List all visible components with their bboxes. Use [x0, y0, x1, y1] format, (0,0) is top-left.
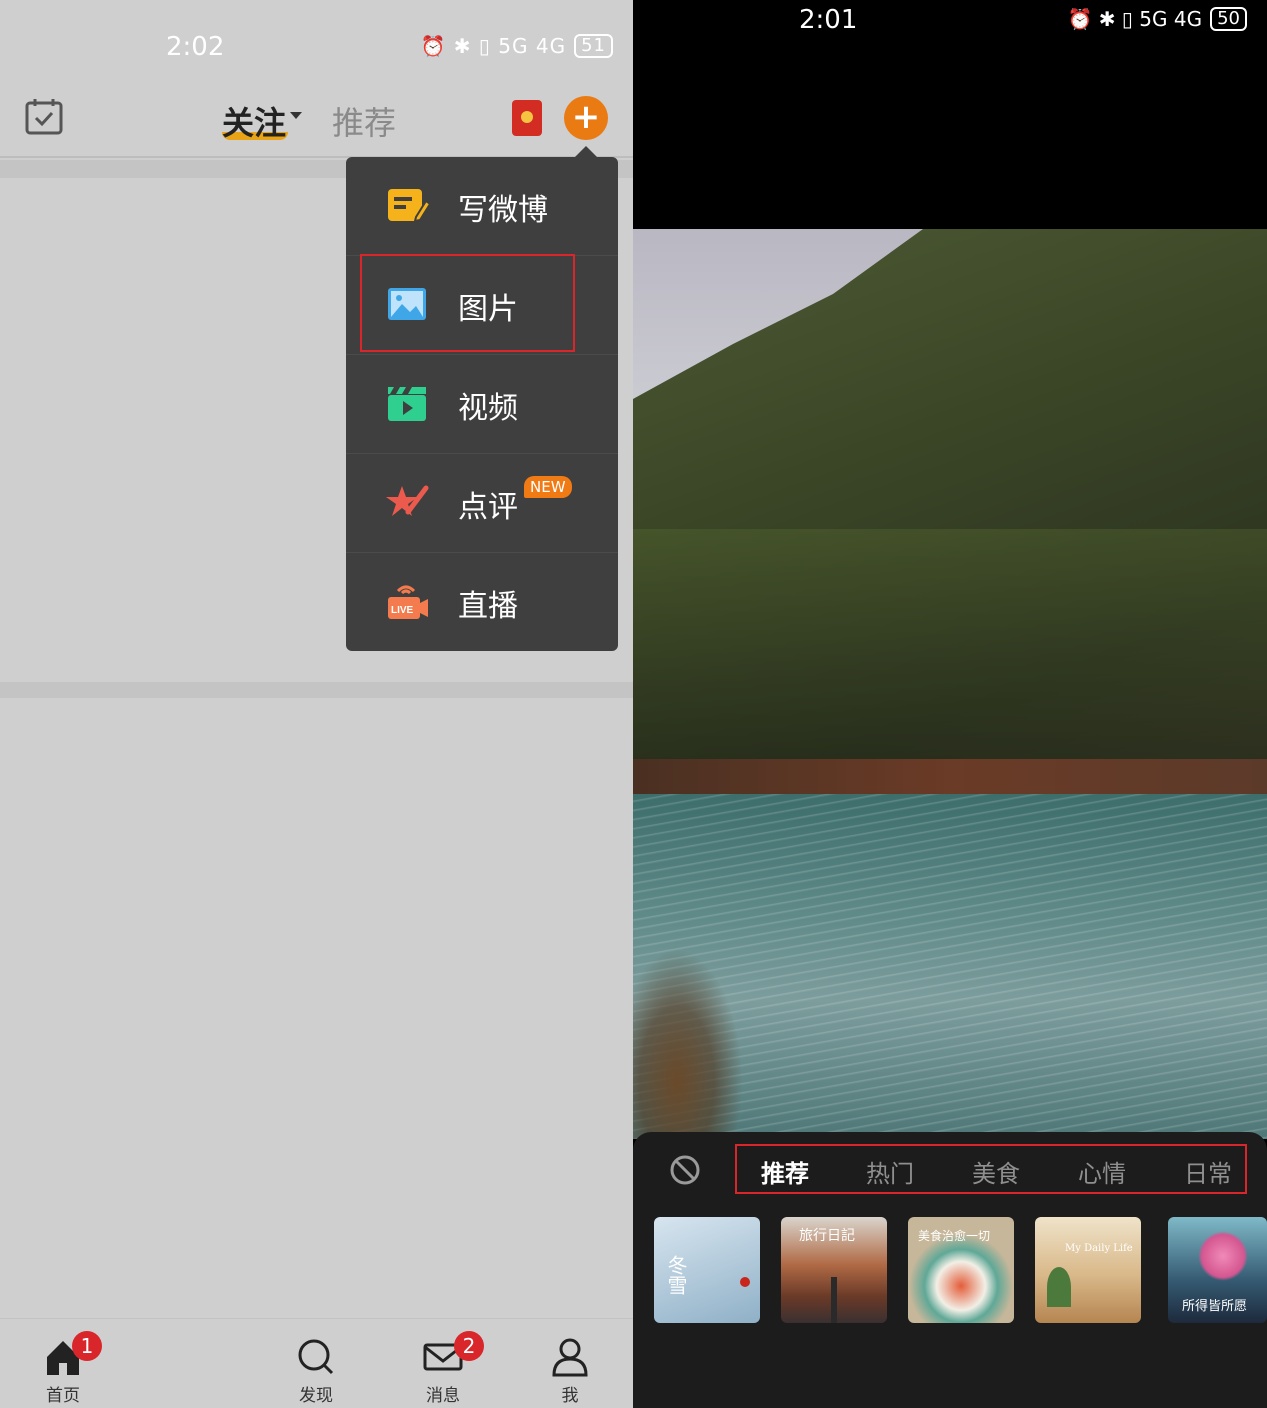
thumbnail-text: 冬雪 — [664, 1255, 688, 1295]
compose-menu: 写微博 图片 视频 点评 LIVE 直播 — [346, 157, 618, 651]
balloons-shape — [1198, 1231, 1248, 1281]
no-filter-icon[interactable] — [669, 1154, 701, 1186]
thumbnail-text: My Daily Life — [1065, 1243, 1133, 1254]
left-screen: 2:02 ⏰ ✱ ▯ 5G 4G 51 关注 推荐 + 写微博 图片 视频 点评… — [0, 0, 633, 1408]
photo-shore — [633, 759, 1267, 794]
thumbnail-art: My Daily Life — [1035, 1217, 1141, 1323]
video-clapper-icon — [388, 387, 426, 421]
search-icon — [298, 1339, 334, 1375]
status-time: 2:01 — [799, 5, 858, 35]
tab-follow[interactable]: 关注 — [222, 98, 286, 144]
thumbnail-art: 所得皆所愿 — [1168, 1217, 1267, 1323]
menu-item-write-weibo[interactable]: 写微博 — [346, 157, 618, 255]
template-thumbnail[interactable]: 美食治愈一切 — [908, 1217, 1014, 1323]
live-camera-icon: LIVE — [388, 585, 428, 619]
thumbnail-art: 旅行日記 — [781, 1217, 887, 1323]
menu-item-label: 直播 — [458, 589, 518, 624]
status-bar: 2:02 ⏰ ✱ ▯ 5G 4G 51 — [0, 0, 633, 90]
nav-home[interactable]: 1 首页 — [28, 1331, 102, 1406]
edit-note-icon — [388, 189, 430, 223]
filter-panel: 推荐 热门 美食 心情 日常 冬雪 旅行日記 美食治愈一切 My Daily L… — [633, 1132, 1267, 1408]
person-icon — [552, 1338, 588, 1377]
nav-me[interactable]: 我 — [535, 1337, 605, 1406]
highlight-box — [360, 254, 575, 352]
template-thumbnail[interactable]: My Daily Life — [1035, 1217, 1141, 1323]
bird-dot — [740, 1277, 750, 1287]
thumbnail-art: 冬雪 — [654, 1217, 760, 1323]
thumbnail-text: 所得皆所愿 — [1182, 1299, 1248, 1314]
notification-badge: 1 — [72, 1331, 102, 1361]
svg-text:LIVE: LIVE — [391, 605, 414, 616]
menu-item-label: 写微博 — [458, 193, 548, 228]
template-thumbnail[interactable]: 旅行日記 — [781, 1217, 887, 1323]
right-screen: 2:01 ⏰ ✱ ▯ 5G 4G 50 推荐 热门 美食 心情 日常 冬雪 旅行… — [633, 0, 1267, 1408]
nav-label: 我 — [561, 1386, 579, 1406]
nav-messages[interactable]: 2 消息 — [408, 1331, 484, 1406]
calendar-check-icon[interactable] — [24, 96, 64, 136]
menu-item-live[interactable]: LIVE 直播 — [346, 553, 618, 651]
feed-separator — [0, 682, 633, 698]
status-icon-group: ⏰ ✱ ▯ 5G 4G — [420, 34, 567, 58]
menu-item-review[interactable]: 点评 — [346, 454, 618, 552]
status-time: 2:02 — [166, 32, 225, 62]
highlight-box — [735, 1144, 1247, 1194]
road-shape — [831, 1277, 837, 1323]
menu-item-video[interactable]: 视频 — [346, 355, 618, 453]
nav-label: 首页 — [46, 1386, 80, 1406]
chevron-down-icon[interactable] — [290, 112, 302, 119]
bottom-nav: 1 首页 发现 2 消息 我 — [0, 1318, 633, 1408]
tab-recommend[interactable]: 推荐 — [332, 98, 396, 144]
menu-item-label: 点评 — [458, 490, 518, 525]
template-thumbnail[interactable]: 冬雪 — [654, 1217, 760, 1323]
red-packet-icon[interactable] — [512, 100, 542, 136]
menu-item-label: 视频 — [458, 391, 518, 426]
photo-preview — [633, 229, 1267, 1139]
battery-icon: 50 — [1210, 7, 1247, 31]
status-icons: ⏰ ✱ ▯ 5G 4G 51 — [421, 34, 613, 58]
thumbnail-art: 美食治愈一切 — [908, 1217, 1014, 1323]
status-icon-group: ⏰ ✱ ▯ 5G 4G — [1067, 7, 1203, 31]
nav-label: 发现 — [299, 1386, 333, 1406]
plant-shape — [1047, 1267, 1071, 1307]
star-review-icon — [386, 485, 429, 516]
notification-badge: 2 — [454, 1331, 484, 1361]
compose-plus-button[interactable]: + — [564, 96, 608, 140]
status-icons: ⏰ ✱ ▯ 5G 4G 50 — [1068, 7, 1247, 31]
template-thumbnail[interactable]: 所得皆所愿 — [1168, 1217, 1267, 1323]
top-bar: 关注 推荐 + — [0, 90, 633, 154]
battery-icon: 51 — [574, 34, 613, 58]
photo-foreground-tree — [633, 949, 743, 1139]
thumbnail-text: 旅行日記 — [799, 1228, 855, 1244]
thumbnail-text: 美食治愈一切 — [918, 1229, 991, 1243]
nav-discover[interactable]: 发现 — [281, 1337, 351, 1406]
new-badge: NEW — [524, 476, 572, 498]
nav-label: 消息 — [426, 1386, 460, 1406]
